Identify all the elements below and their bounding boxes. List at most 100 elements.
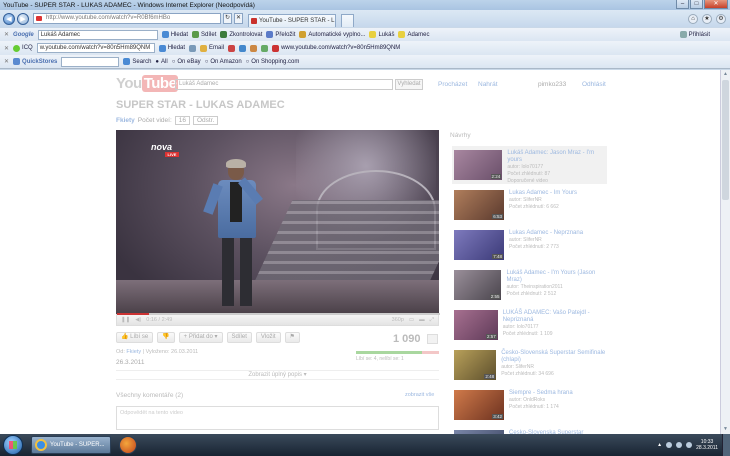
hledat-button[interactable]: Hledat [161,31,188,38]
maximize-button[interactable]: □ [690,0,703,9]
tray-arrow-icon[interactable]: ▲ [657,442,662,448]
refresh-button[interactable]: ↻ [223,13,232,24]
share-button[interactable]: Sdílet [192,31,216,38]
icq-button[interactable]: ICQ [13,44,33,52]
favorites-icon[interactable]: ★ [702,13,712,24]
stop-button[interactable]: ✕ [234,13,243,24]
autofill-button[interactable]: Automatické vyplno... [299,31,365,38]
related-video-thumbnail[interactable]: 6:53 [454,190,504,220]
close-toolbar-icon[interactable]: ✕ [4,45,9,52]
add-to-button[interactable]: + Přidat do ▾ [178,332,223,343]
radio-amazon[interactable]: ○ On Amazon [205,59,242,65]
related-video-title[interactable]: Lukáš Adamec - I'm Yours (Jason Mraz) [506,270,607,284]
app-icon[interactable] [228,44,236,52]
icq-url-input[interactable]: w.youtube.com/watch?v=80n5Hm89QNM [36,43,155,53]
related-video-item[interactable]: 6:53 Lukas Adamec - Im Yours autor: Slifer… [452,186,607,224]
youtube-search-input[interactable]: Lukáš Adamec [175,79,393,90]
signin-button[interactable]: Přihlásit [679,31,710,38]
playlist-name[interactable]: Fkiety [116,117,135,124]
scroll-thumb[interactable] [722,80,729,200]
quickstores-input[interactable] [61,56,120,67]
scroll-down-arrow[interactable]: ▼ [722,426,729,433]
close-toolbar-icon[interactable]: ✕ [4,58,9,65]
translate-button[interactable]: Přeložit [266,31,295,38]
stats-icon[interactable] [427,334,438,344]
related-video-item[interactable]: 2:57 LUKÁŠ ADAMEC: Vašo Patejdl - Neprizn… [452,306,607,344]
youtube-logo[interactable]: You Tube [116,75,179,92]
comment-input[interactable]: Odpovědět na tento video [116,406,439,430]
dislike-button[interactable]: 👎 [157,332,175,343]
flag-button[interactable]: ⚑ [284,332,300,343]
playlist-count-select[interactable]: 16 [174,116,190,125]
related-video-title[interactable]: Česko-Slovenská Superstar Semifinale (ch… [501,350,607,364]
tab-youtube[interactable]: YouTube - SUPER STAR - L... [248,14,336,27]
back-button[interactable]: ◀ [3,12,15,25]
close-button[interactable]: ✕ [704,0,728,9]
tools-icon[interactable]: ⚙ [716,13,726,24]
popout-icon[interactable]: ▭ [409,317,414,324]
quickstores-search-button[interactable]: Search [123,58,151,65]
globe-icon[interactable] [189,44,197,52]
clock[interactable]: 10:33 28.3.2011 [696,439,718,451]
check-button[interactable]: Zkontrolovat [220,31,262,38]
related-video-thumbnail[interactable]: 3:42 [454,390,504,420]
related-video-thumbnail[interactable]: 2:57 [454,310,498,340]
quality-button[interactable]: 360p [392,317,404,324]
volume-icon[interactable]: ◀) [135,317,141,323]
related-video-item[interactable]: 3:42 Siempre - Sedma hrana autor: OnldRoks… [452,386,607,424]
highlight-lukas[interactable]: Lukáš [369,31,394,38]
start-button[interactable] [3,435,23,455]
minimize-button[interactable]: – [676,0,689,9]
playlist-reset-button[interactable]: Odstr. [193,116,219,125]
highlight-adamec[interactable]: Adamec [398,31,429,38]
related-video-title[interactable]: Lukáš Adamec: Jason Mraz - I'm yours [507,150,607,164]
fullscreen-icon[interactable]: ⤢ [430,317,434,324]
icq-search-button[interactable]: Hledat [158,44,185,52]
page-scrollbar[interactable]: ▲ ▼ [720,70,730,434]
related-video-item[interactable]: 2:48 Česko-Slovenská Superstar Semifinale… [452,346,607,384]
app-icon[interactable] [250,44,258,52]
video-player[interactable]: nova LIVE [116,130,439,314]
related-video-thumbnail[interactable]: 2:24 [454,150,503,180]
related-video-title[interactable]: Siempre - Sedma hrana [509,390,573,397]
related-video-item[interactable]: 2:55 Lukáš Adamec - I'm Yours (Jason Mraz… [452,266,607,304]
url-display[interactable]: www.youtube.com/watch?v=80n5Hm89QNM [272,44,400,52]
user-menu[interactable]: pimko233 [538,81,566,88]
show-description-button[interactable]: Zobrazit úplný popis ▾ [116,370,439,380]
forward-button[interactable]: ▶ [17,12,29,25]
related-video-thumbnail[interactable]: 7:48 [454,230,504,260]
related-video-item[interactable]: Cesko-Slovenska Superstar [452,426,607,434]
tray-volume-icon[interactable] [676,442,683,448]
tray-network-icon[interactable] [666,442,673,448]
author-link[interactable]: Fkiety [126,349,141,355]
address-bar[interactable]: http://www.youtube.com/watch?v=R0Bf6mHBo [33,13,221,24]
related-video-title[interactable]: LUKÁŠ ADAMEC: Vašo Patejdl - Nepriznaná [503,310,607,324]
new-tab-button[interactable] [341,14,354,27]
firefox-icon[interactable] [119,436,137,454]
related-video-item[interactable]: 2:24 Lukáš Adamec: Jason Mraz - I'm yours… [452,146,607,184]
youtube-search-button[interactable]: Vyhledat [395,79,423,90]
embed-button[interactable]: Vložit [255,332,281,343]
like-button[interactable]: 👍 Líbí se [116,332,154,343]
related-video-thumbnail[interactable]: 2:55 [454,270,502,300]
show-desktop-button[interactable] [722,434,730,456]
related-video-thumbnail[interactable]: 2:48 [454,350,497,380]
related-video-title[interactable]: Lukas Adamec - Im Yours [509,190,577,197]
scroll-up-arrow[interactable]: ▲ [722,71,729,78]
app-icon[interactable] [261,44,269,52]
radio-shopping[interactable]: ○ On Shopping.com [246,59,300,65]
related-video-item[interactable]: 7:48 Lukas Adamec - Neprznana autor: Slife… [452,226,607,264]
email-button[interactable]: Email [200,44,224,52]
tray-flag-icon[interactable] [686,442,693,448]
browse-link[interactable]: Procházet [438,81,467,88]
related-video-title[interactable]: Lukas Adamec - Neprznana [509,230,583,237]
comments-show-all[interactable]: zobrazit vše [405,392,434,398]
progress-bar[interactable] [117,313,440,315]
upload-link[interactable]: Nahrát [478,81,498,88]
google-search-input[interactable]: Lukáš Adamec [37,29,158,40]
logout-link[interactable]: Odhlásit [582,81,606,88]
wide-icon[interactable]: ▬ [419,317,425,324]
close-toolbar-icon[interactable]: ✕ [4,31,9,38]
share-button[interactable]: Sdílet [226,332,252,343]
pause-icon[interactable]: ❚❚ [121,317,130,323]
